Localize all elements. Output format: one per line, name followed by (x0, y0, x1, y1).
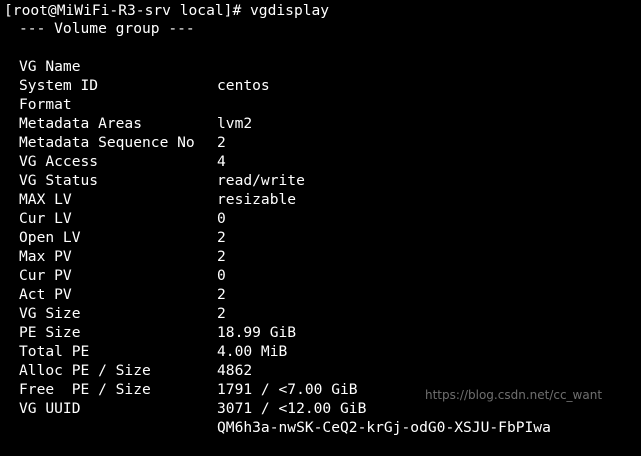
output-row-cur-pv: Cur PV 2 (4, 247, 641, 303)
output-row-act-pv: Act PV 2 (4, 266, 641, 322)
command-text: vgdisplay (250, 2, 330, 19)
output-row-max-pv: Max PV 0 (4, 228, 641, 284)
output-row-total-pe: Total PE 4862 (4, 323, 641, 379)
terminal-window[interactable]: [root@MiWiFi-R3-srv local]# vgdisplay --… (0, 0, 641, 436)
section-header: --- Volume group --- (4, 19, 641, 38)
watermark-text: https://blog.csdn.net/cc_want (425, 388, 603, 402)
output-row-vg-access: VG Access read/write (4, 133, 641, 189)
shell-prompt: [root@MiWiFi-R3-srv local]# (4, 2, 251, 19)
output-row-metadata-sequence: Metadata Sequence No 4 (4, 114, 641, 170)
output-row-alloc-pe: Alloc PE / Size 1791 / <7.00 GiB (4, 342, 641, 398)
output-row-cur-lv: Cur LV 2 (4, 190, 641, 246)
volume-group-header: --- Volume group --- (19, 20, 195, 37)
output-row-vg-name: VG Name centos (4, 38, 641, 94)
command-line: [root@MiWiFi-R3-srv local]# vgdisplay (4, 1, 641, 20)
free-pe-value: 3071 / <12.00 GiB (217, 400, 367, 417)
output-row-pe-size: PE Size 4.00 MiB (4, 304, 641, 360)
vg-uuid-value: QM6h3a-nwSK-CeQ2-krGj-odG0-XSJU-FbPIwa (217, 419, 551, 436)
output-row-system-id: System ID (4, 57, 641, 94)
output-row-vg-status: VG Status resizable (4, 152, 641, 208)
vg-uuid-key: VG UUID (19, 400, 81, 417)
output-row-metadata-areas: Metadata Areas 2 (4, 95, 641, 151)
output-row-open-lv: Open LV 2 (4, 209, 641, 265)
output-row-max-lv: MAX LV 0 (4, 171, 641, 227)
output-row-vg-size: VG Size 18.99 GiB (4, 285, 641, 341)
output-row-free-pe: Free PE / Size 3071 / <12.00 GiB (4, 361, 641, 417)
output-row-format: Format lvm2 (4, 76, 641, 132)
